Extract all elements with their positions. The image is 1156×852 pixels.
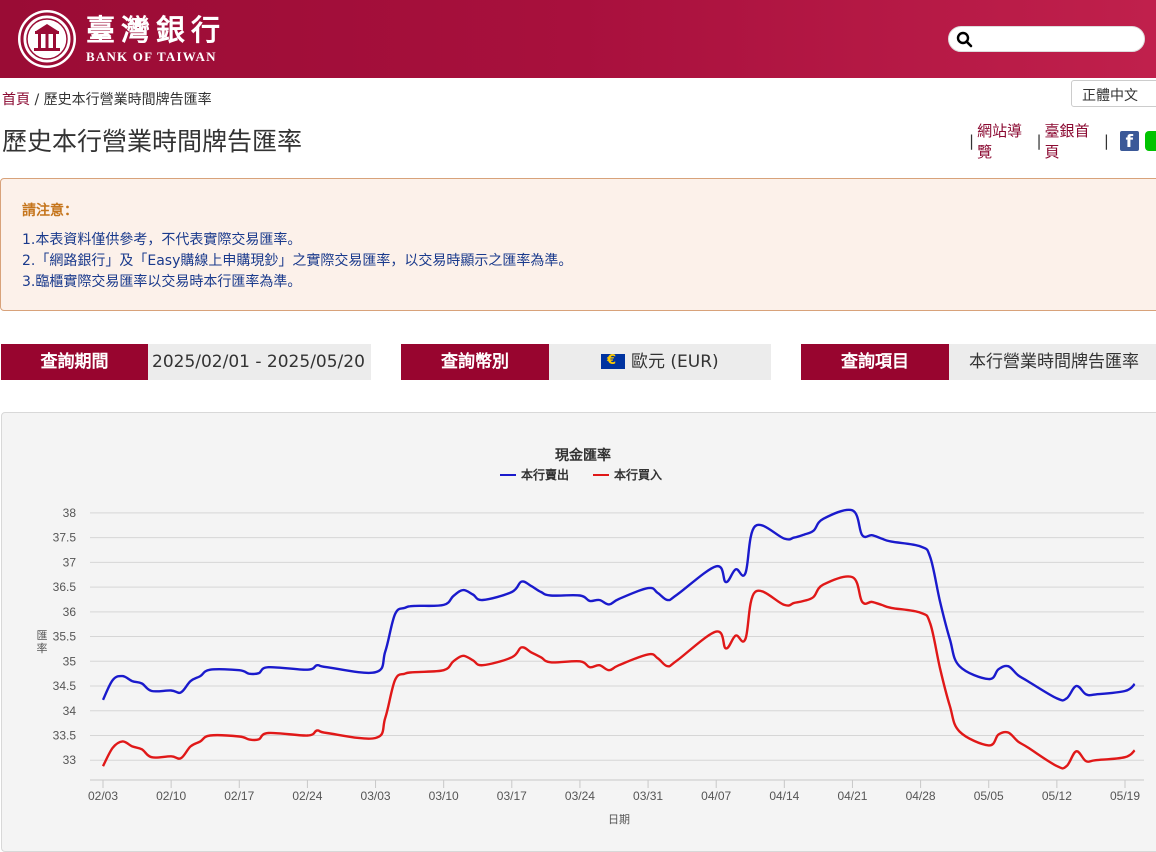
x-axis-label: 日期 [608,813,630,826]
y-tick-label: 35.5 [53,630,77,644]
notice-item: 2.「網路銀行」及「Easy購線上申購現鈔」之實際交易匯率，以交易時顯示之匯率為… [22,253,573,269]
series-line-sell [101,508,1136,702]
breadcrumb-separator: / [34,92,40,108]
x-tick-label: 02/10 [156,789,186,803]
currency-text: 歐元 (EUR) [631,352,719,372]
eur-flag-icon: € [601,353,625,369]
chart-title: 現金匯率 [555,447,611,464]
x-tick-label: 04/28 [906,789,936,803]
page-title: 歷史本行營業時間牌告匯率 [2,127,303,156]
x-tick-label: 04/14 [769,789,799,803]
line-icon[interactable] [1144,131,1156,151]
x-tick-label: 04/07 [701,789,731,803]
notice-item: 3.臨櫃實際交易匯率以交易時本行匯率為準。 [22,274,302,290]
y-tick-label: 37.5 [53,531,77,545]
currency-value: € 歐元 (EUR) [549,344,771,380]
cash-rate-chart: 33 33.5 34 34.5 35 35.5 36 36.5 37 37.5 38 02/03 02/… [37,447,1144,826]
x-tick-label: 03/31 [633,789,663,803]
x-tick-label: 02/24 [292,789,322,803]
x-tick-label: 05/12 [1042,789,1072,803]
y-tick-label: 34 [63,704,77,718]
y-tick-label: 36 [63,605,77,619]
x-tick-label: 03/17 [497,789,527,803]
legend-label: 本行賣出 [521,467,569,482]
x-tick-label: 03/03 [361,789,391,803]
y-tick-label: 33 [63,753,77,767]
link-separator: | [1036,132,1042,150]
top-links: | 網站導覽 | 臺銀首頁 | f [966,120,1156,162]
breadcrumb-current: 歷史本行營業時間牌告匯率 [43,92,212,108]
period-label: 查詢期間 [1,344,148,380]
item-label: 查詢項目 [801,344,949,380]
site-header: 臺灣銀行 BANK OF TAIWAN [0,0,1156,78]
y-tick-label: 33.5 [53,728,77,742]
language-select[interactable]: 正體中文 [1071,80,1156,107]
link-separator: | [969,132,975,150]
y-tick-label: 37 [63,555,77,569]
search-icon[interactable] [956,31,973,48]
notice-title: 請注意： [22,203,78,219]
homepage-link[interactable]: 臺銀首頁 [1045,120,1101,162]
facebook-icon[interactable]: f [1119,131,1139,152]
x-tick-label: 05/19 [1110,789,1140,803]
bank-logo[interactable]: 臺灣銀行 BANK OF TAIWAN [18,10,226,68]
x-tick-label: 02/17 [224,789,254,803]
x-tick-label: 03/24 [565,789,595,803]
x-tick-label: 02/03 [88,789,118,803]
x-tick-label: 03/10 [429,789,459,803]
y-tick-label: 34.5 [53,679,77,693]
search-input[interactable] [977,30,1137,49]
notice-box: 請注意： 1.本表資料僅供參考，不代表實際交易匯率。 2.「網路銀行」及「Eas… [0,178,1156,311]
search-box[interactable] [948,26,1145,52]
sitemap-link[interactable]: 網站導覽 [977,120,1033,162]
y-tick-label: 35 [63,654,77,668]
y-tick-label: 38 [63,506,77,520]
x-tick-label: 04/21 [837,789,867,803]
link-separator: | [1103,132,1109,150]
chart-panel: 33 33.5 34 34.5 35 35.5 36 36.5 37 37.5 38 02/03 02/… [1,412,1156,852]
legend-label: 本行買入 [614,467,662,482]
y-axis-label: 匯率 [37,629,48,655]
period-value: 2025/02/01 - 2025/05/20 [148,344,371,380]
y-tick-label: 36.5 [53,580,77,594]
breadcrumb: 首頁 / 歷史本行營業時間牌告匯率 [2,89,212,109]
bank-name-cn: 臺灣銀行 [86,13,227,47]
bank-emblem-icon [18,10,76,68]
notice-item: 1.本表資料僅供參考，不代表實際交易匯率。 [22,232,302,248]
notice-list: 1.本表資料僅供參考，不代表實際交易匯率。 2.「網路銀行」及「Easy購線上申… [22,230,572,293]
bank-name-en: BANK OF TAIWAN [86,49,217,64]
item-value: 本行營業時間牌告匯率 [949,344,1156,380]
currency-label: 查詢幣別 [401,344,549,380]
breadcrumb-home-link[interactable]: 首頁 [2,92,30,108]
x-tick-label: 05/05 [974,789,1004,803]
